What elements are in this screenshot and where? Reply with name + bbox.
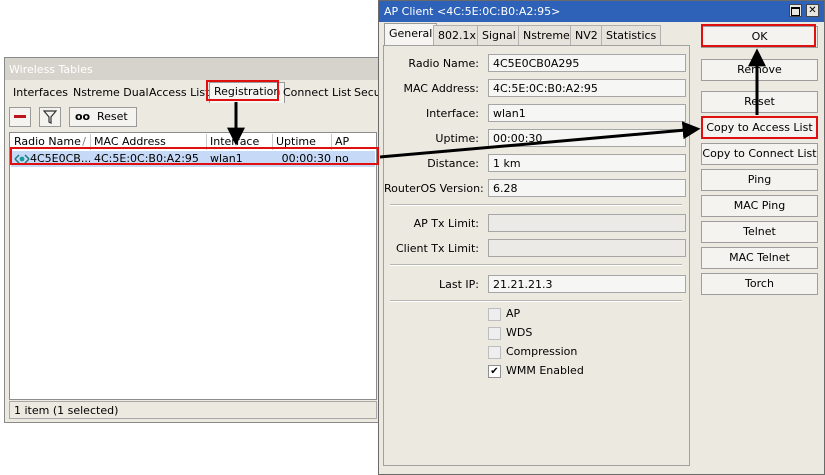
ap-checkbox-label: AP xyxy=(506,307,521,320)
ap-tx-limit-label: AP Tx Limit: xyxy=(413,217,479,230)
tab-connect-list[interactable]: Connect List xyxy=(279,84,355,102)
table-row[interactable]: 4C5E0CB... 4C:5E:0C:B0:A2:95 wlan1 00:00… xyxy=(11,151,375,167)
tab-802-1x[interactable]: 802.1x xyxy=(433,25,482,45)
cell-mac: 4C:5E:0C:B0:A2:95 xyxy=(94,152,199,165)
col-radio-name-label: Radio Name xyxy=(14,135,81,148)
tab-statistics[interactable]: Statistics xyxy=(601,25,662,45)
remove-button[interactable]: Remove xyxy=(701,59,818,81)
cell-radio-name: 4C5E0CB... xyxy=(30,152,90,165)
separator xyxy=(390,204,682,206)
routeros-version-label: RouterOS Version: xyxy=(384,182,484,195)
filter-button[interactable] xyxy=(39,107,61,127)
radio-name-field[interactable]: 4C5E0CB0A295 xyxy=(488,54,686,72)
remove-button[interactable] xyxy=(9,107,31,127)
ap-tx-limit-field[interactable] xyxy=(488,214,686,232)
last-ip-field[interactable]: 21.21.21.3 xyxy=(488,275,686,293)
interface-label: Interface: xyxy=(426,107,479,120)
tab-registration[interactable]: Registration xyxy=(209,82,286,103)
restore-icon xyxy=(791,7,800,16)
wireless-client-icon xyxy=(14,154,30,164)
routeros-version-field[interactable]: 6.28 xyxy=(488,179,686,197)
cell-interface: wlan1 xyxy=(210,152,243,165)
tab-nstreme-dual[interactable]: Nstreme Dual xyxy=(69,84,153,102)
cell-uptime: 00:00:30 xyxy=(281,152,331,165)
filter-icon xyxy=(42,110,58,124)
ap-client-window: AP Client <4C:5E:0C:B0:A2:95> ✕ General … xyxy=(378,0,825,475)
tab-access-list[interactable]: Access List xyxy=(145,84,213,102)
close-icon: ✕ xyxy=(808,5,817,16)
ap-client-title: AP Client <4C:5E:0C:B0:A2:95> xyxy=(384,5,561,18)
minus-icon xyxy=(14,115,26,118)
torch-button[interactable]: Torch xyxy=(701,273,818,295)
compression-checkbox[interactable] xyxy=(488,346,501,359)
distance-label: Distance: xyxy=(427,157,479,170)
separator xyxy=(390,264,682,266)
restore-window-button[interactable] xyxy=(789,4,802,17)
last-ip-label: Last IP: xyxy=(439,278,479,291)
col-mac-address[interactable]: MAC Address xyxy=(91,134,207,150)
general-panel: Radio Name: 4C5E0CB0A295 MAC Address: 4C… xyxy=(383,45,690,466)
copy-to-connect-list-button[interactable]: Copy to Connect List xyxy=(701,143,818,165)
mac-address-field[interactable]: 4C:5E:0C:B0:A2:95 xyxy=(488,79,686,97)
wireless-tables-tabs: Interfaces Nstreme Dual Access List Regi… xyxy=(5,81,381,103)
interface-field[interactable]: wlan1 xyxy=(488,104,686,122)
ap-checkbox[interactable] xyxy=(488,308,501,321)
wmm-enabled-checkbox[interactable]: ✔ xyxy=(488,365,501,378)
col-interface[interactable]: Interface xyxy=(207,134,273,150)
radio-name-label: Radio Name: xyxy=(408,57,479,70)
status-bar: 1 item (1 selected) xyxy=(9,401,377,419)
client-tx-limit-field[interactable] xyxy=(488,239,686,257)
compression-checkbox-label: Compression xyxy=(506,345,578,358)
reset-icon: oo xyxy=(75,110,91,123)
reset-label: Reset xyxy=(97,110,128,123)
tab-general[interactable]: General xyxy=(384,23,438,46)
ok-button[interactable]: OK xyxy=(701,26,818,48)
ap-client-title-bar: AP Client <4C:5E:0C:B0:A2:95> ✕ xyxy=(379,1,824,22)
wmm-enabled-checkbox-label: WMM Enabled xyxy=(506,364,584,377)
checkmark-icon: ✔ xyxy=(490,366,499,377)
tab-nstreme[interactable]: Nstreme xyxy=(518,25,575,45)
col-ap[interactable]: AP xyxy=(332,134,375,150)
wireless-tables-title: Wireless Tables xyxy=(5,58,379,80)
uptime-label: Uptime: xyxy=(435,132,479,145)
uptime-field[interactable]: 00:00:30 xyxy=(488,129,686,147)
tab-signal[interactable]: Signal xyxy=(477,25,521,45)
copy-to-access-list-button[interactable]: Copy to Access List xyxy=(701,117,818,139)
distance-field[interactable]: 1 km xyxy=(488,154,686,172)
wds-checkbox[interactable] xyxy=(488,327,501,340)
mac-address-label: MAC Address: xyxy=(403,82,479,95)
separator xyxy=(390,300,682,302)
reset-button[interactable]: oo Reset xyxy=(69,107,137,127)
registration-table: Radio Name / MAC Address Interface Uptim… xyxy=(9,132,377,400)
wds-checkbox-label: WDS xyxy=(506,326,533,339)
cell-ap: no xyxy=(335,152,349,165)
telnet-button[interactable]: Telnet xyxy=(701,221,818,243)
mac-ping-button[interactable]: MAC Ping xyxy=(701,195,818,217)
client-tx-limit-label: Client Tx Limit: xyxy=(395,242,479,255)
sort-icon: / xyxy=(82,135,86,148)
ping-button[interactable]: Ping xyxy=(701,169,818,191)
close-window-button[interactable]: ✕ xyxy=(806,4,819,17)
mac-telnet-button[interactable]: MAC Telnet xyxy=(701,247,818,269)
reset-button[interactable]: Reset xyxy=(701,91,818,113)
wireless-tables-toolbar: oo Reset xyxy=(5,104,379,130)
tab-interfaces[interactable]: Interfaces xyxy=(9,84,72,102)
col-uptime[interactable]: Uptime xyxy=(273,134,332,150)
tab-nv2[interactable]: NV2 xyxy=(570,25,603,45)
col-radio-name[interactable]: Radio Name / xyxy=(11,134,91,150)
wireless-tables-window: Wireless Tables Interfaces Nstreme Dual … xyxy=(4,57,381,423)
